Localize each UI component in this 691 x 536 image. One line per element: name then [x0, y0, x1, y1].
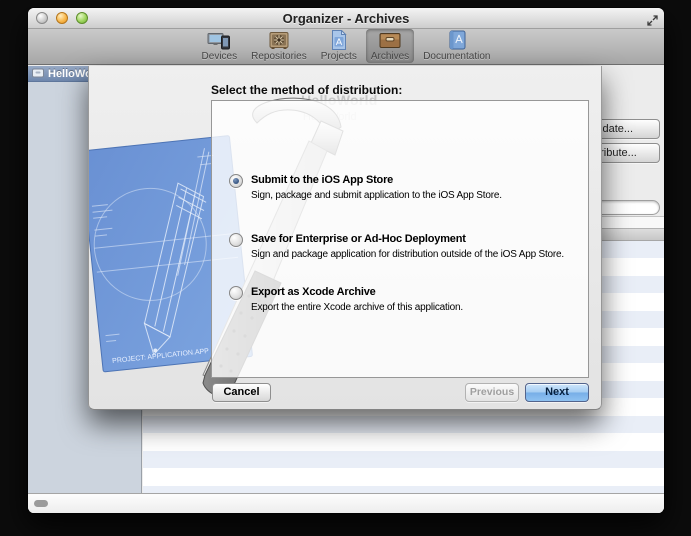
radio-submit-app-store[interactable] — [229, 174, 243, 188]
window-title: Organizer - Archives — [28, 8, 664, 29]
archives-icon — [378, 31, 402, 50]
radio-enterprise-adhoc[interactable] — [229, 233, 243, 247]
radio-export-archive[interactable] — [229, 286, 243, 300]
option-title: Save for Enterprise or Ad-Hoc Deployment — [251, 232, 564, 247]
projects-icon — [329, 30, 349, 50]
toolbar: Devices Repositories — [28, 29, 664, 65]
option-description: Sign and package application for distrib… — [251, 247, 564, 263]
zoom-button[interactable] — [76, 12, 88, 24]
option-description: Export the entire Xcode archive of this … — [251, 300, 463, 316]
toolbar-item-devices[interactable]: Devices — [197, 29, 243, 63]
option-submit-app-store[interactable]: Submit to the iOS App Store Sign, packag… — [229, 173, 582, 204]
option-description: Sign, package and submit application to … — [251, 188, 502, 204]
toolbar-label: Documentation — [423, 51, 490, 62]
next-button[interactable]: Next — [525, 383, 589, 402]
bottom-bar — [28, 493, 664, 513]
bottom-bar-pill — [34, 500, 48, 507]
repositories-icon — [267, 31, 291, 50]
previous-button[interactable]: Previous — [465, 383, 519, 402]
toolbar-label: Repositories — [251, 51, 307, 62]
sheet-heading: Select the method of distribution: — [211, 83, 402, 97]
titlebar[interactable]: Organizer - Archives — [28, 8, 664, 29]
distribution-sheet: HelloWorld HelloWorld Select the method … — [88, 66, 602, 410]
documentation-icon — [447, 30, 467, 50]
option-enterprise-adhoc[interactable]: Save for Enterprise or Ad-Hoc Deployment… — [229, 232, 582, 263]
traffic-lights — [36, 12, 88, 24]
option-title: Export as Xcode Archive — [251, 285, 463, 300]
toolbar-label: Devices — [202, 51, 238, 62]
blueprint-caption: PROJECT: APPLICATION.APP — [112, 348, 210, 365]
toolbar-item-repositories[interactable]: Repositories — [246, 29, 312, 63]
cancel-button[interactable]: Cancel — [212, 383, 271, 402]
toolbar-item-archives[interactable]: Archives — [366, 29, 414, 63]
devices-icon — [207, 31, 231, 50]
toolbar-item-documentation[interactable]: Documentation — [418, 28, 495, 63]
organizer-window: Organizer - Archives Devices — [28, 8, 664, 513]
toolbar-label: Archives — [371, 51, 409, 62]
toolbar-item-projects[interactable]: Projects — [316, 28, 362, 63]
minimize-button[interactable] — [56, 12, 68, 24]
archive-icon — [32, 65, 44, 83]
option-title: Submit to the iOS App Store — [251, 173, 502, 188]
toolbar-label: Projects — [321, 51, 357, 62]
close-button[interactable] — [36, 12, 48, 24]
option-export-archive[interactable]: Export as Xcode Archive Export the entir… — [229, 285, 582, 316]
distribution-options-box: Submit to the iOS App Store Sign, packag… — [211, 100, 589, 378]
fullscreen-icon[interactable] — [647, 13, 658, 24]
